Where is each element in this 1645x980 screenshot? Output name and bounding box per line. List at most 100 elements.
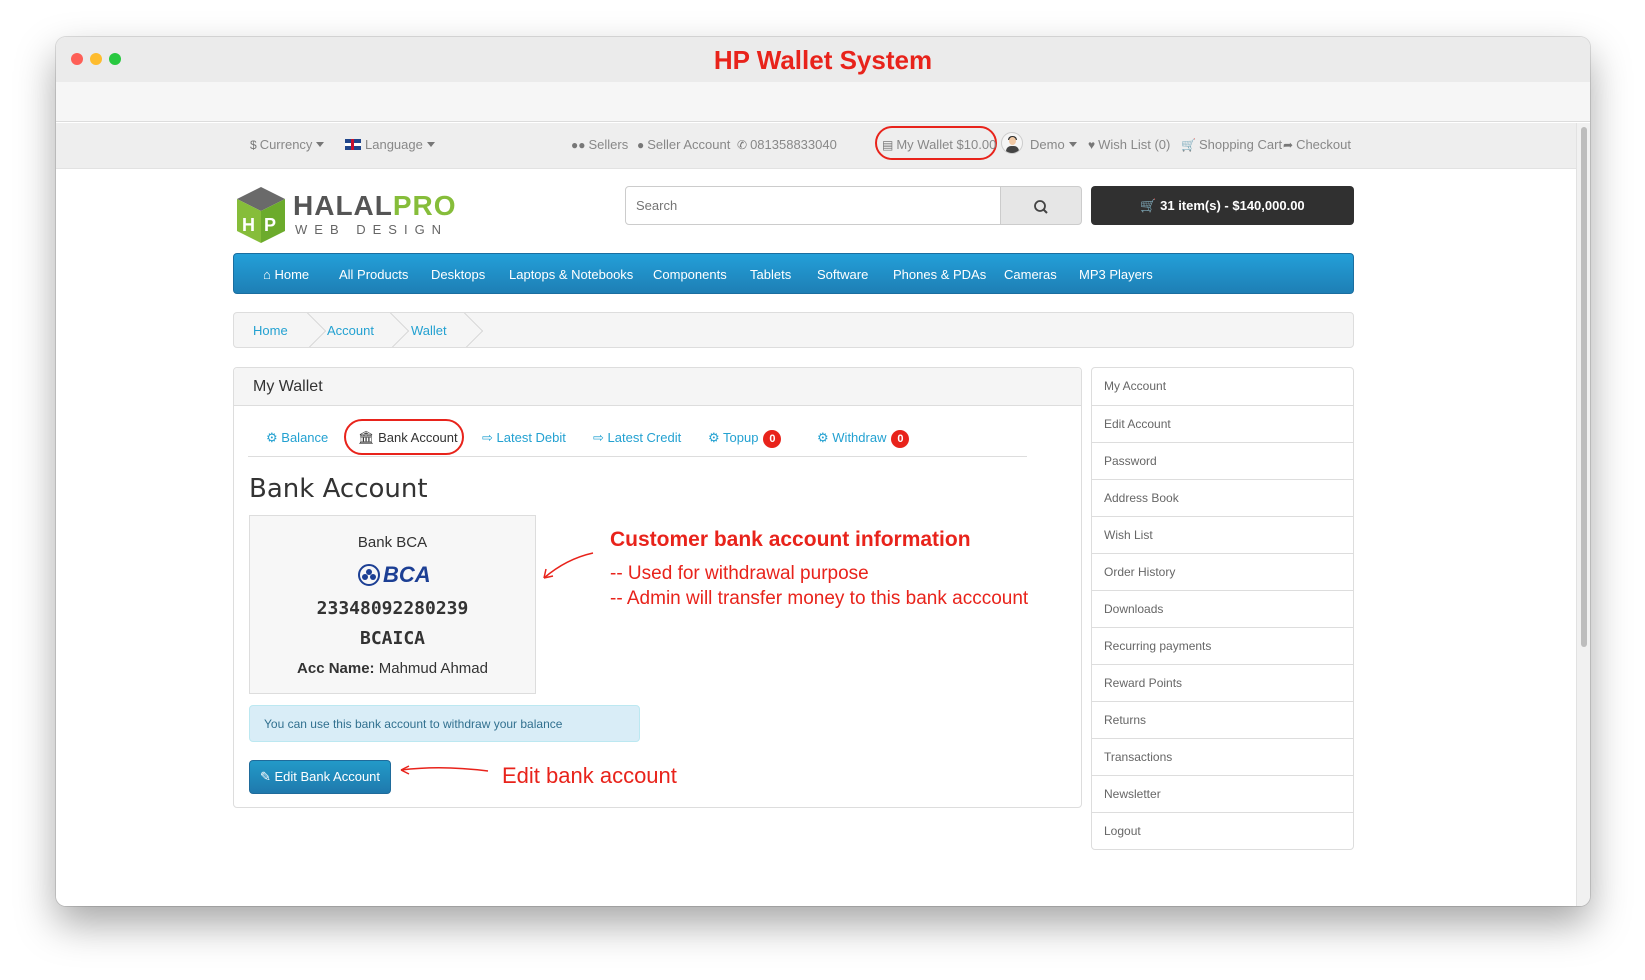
heart-icon: ♥ [1088,138,1096,152]
sidebar-item-transactions[interactable]: Transactions [1092,738,1353,775]
search-input[interactable] [625,186,1001,225]
breadcrumb-separator [286,313,326,347]
tab-withdraw[interactable]: ⚙ Withdraw 0 [817,430,910,448]
users-icon: ●● [571,138,586,152]
chevron-down-icon [1068,142,1077,147]
cart-summary-button[interactable]: 🛒 31 item(s) - $140,000.00 [1091,186,1354,225]
breadcrumb-wallet[interactable]: Wallet [411,323,447,338]
sign-out-icon: ⇨ [482,430,497,445]
scrollbar-thumb[interactable] [1581,127,1587,647]
menu-item-components[interactable]: Components [653,267,727,282]
gears-icon: ⚙ [708,430,724,445]
browser-window: HP Wallet System $ Currency Language ●● Se… [56,37,1590,906]
annotation-line-2: -- Admin will transfer money to this ban… [610,588,1029,609]
gear-icon: ⚙ [266,430,282,445]
chevron-down-icon [316,142,325,147]
tab-balance[interactable]: ⚙ Balance [266,430,328,446]
top-nav: $ Currency Language ●● Sellers ● Seller Acc… [56,123,1576,169]
user-avatar[interactable] [1001,132,1023,154]
user-icon: ● [637,138,645,152]
tabs-divider [248,456,1027,457]
toolbar-area [56,82,1590,122]
language-dropdown[interactable]: Language [345,137,435,152]
cart-icon: 🛒 [1181,138,1196,152]
dollar-icon: $ [250,138,257,152]
bank-code: BCAICA [359,628,426,649]
menu-item-cameras[interactable]: Cameras [1004,267,1057,282]
main-menu: ⌂ Home All Products Desktops Laptops & N… [233,253,1354,294]
site-logo[interactable]: H P HALALPRO WEB DESIGN [233,185,456,247]
info-alert: You can use this bank account to withdra… [249,705,640,742]
title-bar: HP Wallet System [56,37,1590,82]
sidebar-item-wish-list[interactable]: Wish List [1092,516,1353,553]
window-title: HP Wallet System [713,45,933,75]
page-viewport: $ Currency Language ●● Sellers ● Seller Acc… [56,123,1576,906]
search-button[interactable] [1000,186,1082,225]
annotation-edit: Edit bank account [502,763,677,788]
sidebar-item-my-account[interactable]: My Account [1092,368,1353,405]
tab-latest-credit[interactable]: ⇨ Latest Credit [593,430,681,446]
phone-link[interactable]: ✆ 081358833040 [737,137,837,152]
bca-logo: BCA [358,562,431,587]
account-sidebar: My Account Edit Account Password Address… [1091,367,1354,850]
tab-topup[interactable]: ⚙ Topup 0 [708,430,782,448]
bank-name: Bank BCA [357,534,428,551]
user-dropdown[interactable]: Demo [1030,137,1077,152]
search-icon [1034,200,1048,214]
currency-dropdown[interactable]: $ Currency [250,137,325,152]
annotation-line-1: -- Used for withdrawal purpose [610,563,869,584]
menu-item-desktops[interactable]: Desktops [431,267,485,282]
home-icon: ⌂ [263,267,275,282]
account-name: Acc Name: Mahmud Ahmad [297,660,488,677]
sidebar-item-recurring-payments[interactable]: Recurring payments [1092,627,1353,664]
panel-header: My Wallet [234,368,1081,406]
hp-logo-icon: H P [237,187,285,243]
chevron-down-icon [426,142,435,147]
sellers-link[interactable]: ●● Sellers [571,137,628,152]
sidebar-item-edit-account[interactable]: Edit Account [1092,405,1353,442]
wish-list-link[interactable]: ♥ Wish List (0) [1088,137,1170,152]
sidebar-item-downloads[interactable]: Downloads [1092,590,1353,627]
sidebar-item-password[interactable]: Password [1092,442,1353,479]
menu-item-phones[interactable]: Phones & PDAs [893,267,986,282]
my-wallet-link[interactable]: ▤ My Wallet $10.00 [882,137,996,152]
menu-item-mp3[interactable]: MP3 Players [1079,267,1153,282]
menu-item-all-products[interactable]: All Products [339,267,408,282]
topup-count-badge: 0 [763,430,782,448]
withdraw-count-badge: 0 [891,430,910,448]
edit-bank-account-button[interactable]: ✎ Edit Bank Account [249,760,391,794]
sidebar-item-reward-points[interactable]: Reward Points [1092,664,1353,701]
share-icon: ➦ [1283,138,1294,152]
menu-item-tablets[interactable]: Tablets [750,267,791,282]
logo-wordmark: HALALPRO [293,190,457,221]
seller-account-link[interactable]: ● Seller Account [637,137,730,152]
breadcrumb: Home Account Wallet [233,312,1354,348]
sidebar-item-returns[interactable]: Returns [1092,701,1353,738]
account-number: 23348092280239 [316,598,469,619]
sidebar-item-newsletter[interactable]: Newsletter [1092,775,1353,812]
menu-item-home[interactable]: ⌂ Home [263,267,309,282]
breadcrumb-separator [369,313,409,347]
bca-wordmark: BCA [383,562,431,587]
vertical-scrollbar[interactable] [1576,123,1590,906]
breadcrumb-account[interactable]: Account [327,323,374,338]
tab-latest-debit[interactable]: ⇨ Latest Debit [482,430,566,446]
checkout-link[interactable]: ➦ Checkout [1283,137,1351,152]
breadcrumb-separator [443,313,483,347]
tab-bank-account[interactable]: 🏛 Bank Account [358,430,458,446]
credit-card-icon: ▤ [882,138,894,152]
bca-emblem-icon [358,564,380,586]
pencil-icon: ✎ [259,769,275,784]
sidebar-item-address-book[interactable]: Address Book [1092,479,1353,516]
sidebar-item-logout[interactable]: Logout [1092,812,1353,849]
menu-item-software[interactable]: Software [817,267,868,282]
sidebar-item-order-history[interactable]: Order History [1092,553,1353,590]
breadcrumb-home[interactable]: Home [253,323,288,338]
bank-account-card: Bank BCA BCA 23348092280239 BCAICA Acc N… [249,515,536,694]
svg-text:H: H [242,215,255,235]
shopping-cart-link[interactable]: 🛒 Shopping Cart [1181,137,1282,152]
menu-item-laptops[interactable]: Laptops & Notebooks [509,267,633,282]
svg-text:P: P [264,215,276,235]
panel-title: My Wallet [253,378,323,395]
gears-icon: ⚙ [817,430,833,445]
